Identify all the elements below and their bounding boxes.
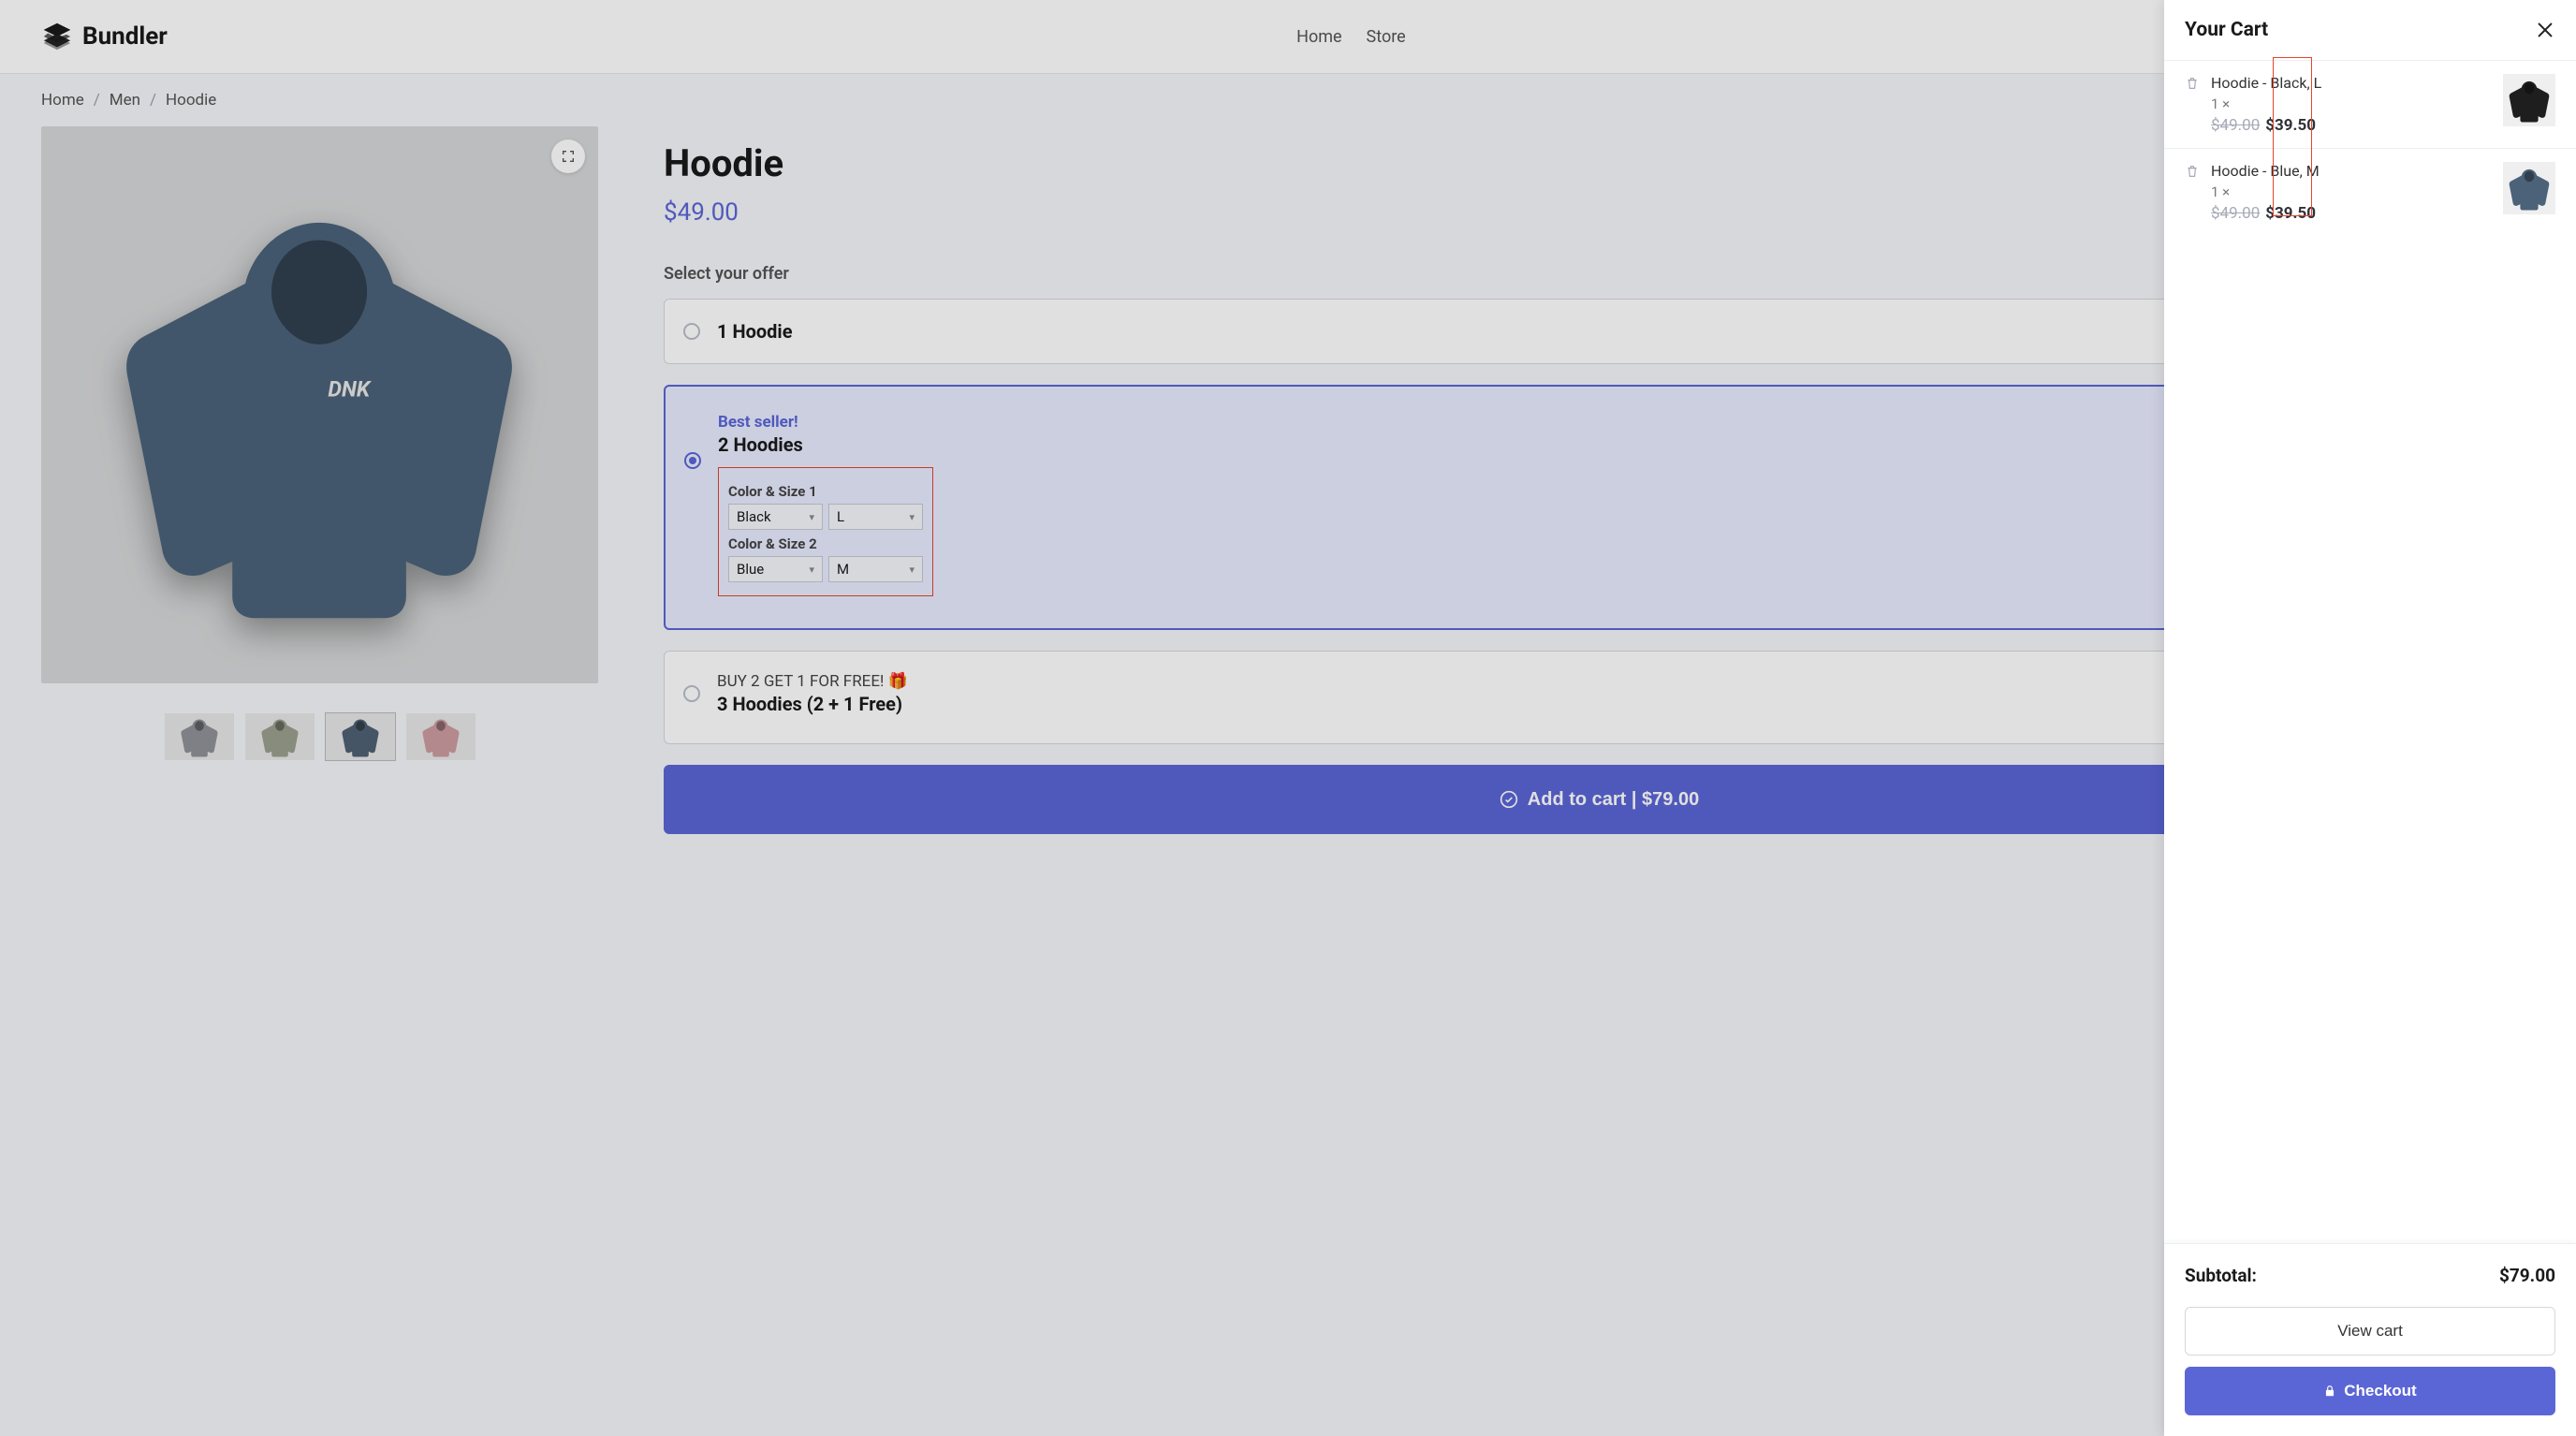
cart-item-qty: 1 ×: [2211, 183, 2492, 200]
thumb-3[interactable]: [326, 713, 395, 760]
brand[interactable]: Bundler: [41, 21, 168, 52]
thumb-1[interactable]: [165, 713, 234, 760]
expand-button[interactable]: [551, 139, 585, 173]
layers-icon: [41, 21, 73, 52]
cart-item-orig-price: $49.00: [2211, 204, 2260, 223]
cart-item-thumb: [2503, 74, 2555, 126]
nav-home[interactable]: Home: [1296, 27, 1341, 47]
subtotal-value: $79.00: [2499, 1265, 2555, 1286]
crumb-home[interactable]: Home: [41, 91, 84, 110]
svg-text:DNK: DNK: [329, 375, 373, 402]
cart-item-thumb: [2503, 162, 2555, 214]
variant-2-size-select[interactable]: M: [828, 556, 923, 582]
thumb-4[interactable]: [406, 713, 476, 760]
cart-item-price: $39.50: [2265, 204, 2316, 223]
trash-icon[interactable]: [2185, 76, 2200, 91]
close-icon[interactable]: [2535, 20, 2555, 40]
cart-title: Your Cart: [2185, 19, 2268, 41]
checkout-button[interactable]: Checkout: [2185, 1367, 2555, 1415]
expand-icon: [561, 149, 576, 164]
variant-2-color-select[interactable]: Blue: [728, 556, 823, 582]
cart-item-1: Hoodie - Black, L 1 × $49.00 $39.50: [2164, 61, 2576, 149]
check-circle-icon: [1500, 790, 1518, 809]
variant-2-label: Color & Size 2: [728, 535, 923, 552]
product-gallery: DNK: [41, 126, 598, 683]
view-cart-button[interactable]: View cart: [2185, 1307, 2555, 1355]
cart-item-qty: 1 ×: [2211, 95, 2492, 112]
cart-item-name: Hoodie - Blue, M: [2211, 162, 2492, 180]
variant-1-label: Color & Size 1: [728, 483, 923, 500]
variant-1-size-select[interactable]: L: [828, 504, 923, 530]
cart-item-name: Hoodie - Black, L: [2211, 74, 2492, 92]
checkout-label: Checkout: [2344, 1382, 2416, 1400]
add-to-cart-label: Add to cart | $79.00: [1528, 789, 1699, 811]
main-nav: Home Store: [1296, 27, 1406, 47]
radio-icon: [684, 452, 701, 469]
radio-icon: [683, 685, 700, 702]
cart-item-price: $39.50: [2265, 116, 2316, 135]
brand-label: Bundler: [82, 22, 168, 51]
nav-store[interactable]: Store: [1367, 27, 1406, 47]
crumb-men[interactable]: Men: [110, 91, 140, 110]
thumb-2[interactable]: [245, 713, 315, 760]
crumb-product: Hoodie: [166, 91, 216, 110]
variant-highlight: Color & Size 1 Black L Color & Size 2 Bl…: [718, 467, 933, 596]
radio-icon: [683, 323, 700, 340]
thumbnail-strip: [41, 713, 598, 760]
cart-item-2: Hoodie - Blue, M 1 × $49.00 $39.50: [2164, 149, 2576, 236]
variant-1-color-select[interactable]: Black: [728, 504, 823, 530]
subtotal-label: Subtotal:: [2185, 1265, 2257, 1286]
cart-item-orig-price: $49.00: [2211, 116, 2260, 135]
product-image: DNK: [102, 160, 536, 651]
trash-icon[interactable]: [2185, 164, 2200, 179]
lock-icon: [2323, 1385, 2336, 1398]
cart-drawer: Your Cart Hoodie - Black, L 1 × $49.00 $3…: [2164, 0, 2576, 1436]
